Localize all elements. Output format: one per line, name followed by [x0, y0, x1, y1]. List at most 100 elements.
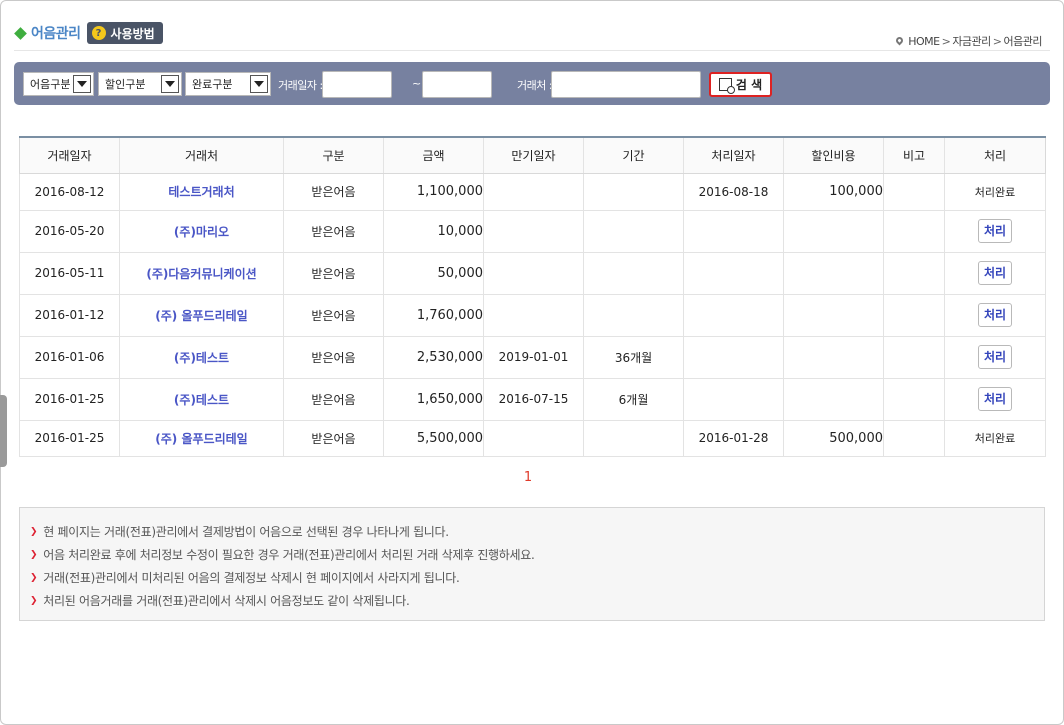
cell-partner-link[interactable]: (주)마리오: [119, 209, 284, 253]
column-header: 만기일자: [483, 136, 584, 174]
notice-item: ❯ 처리된 어음거래를 거래(전표)관리에서 삭제시 어음정보도 같이 삭제됩니다…: [30, 589, 1044, 612]
cell-due-date: [483, 172, 584, 211]
breadcrumb-separator-icon: >: [992, 34, 1002, 48]
table-row: 2016-05-20 (주)마리오 받은어음 10,000 처리: [19, 209, 1046, 253]
cell-due-date: [483, 419, 584, 457]
cell-partner-link[interactable]: (주)테스트: [119, 377, 284, 421]
cell-bill-type: 받은어음: [283, 335, 384, 379]
cell-amount: 1,100,000: [383, 172, 484, 211]
discount-type-select[interactable]: 할인구분: [98, 72, 182, 96]
trade-date-to-input[interactable]: [422, 71, 492, 98]
column-header: 거래일자: [19, 136, 120, 174]
question-icon: ?: [91, 26, 106, 40]
chevron-down-icon: [73, 75, 91, 93]
cell-processed-date: [683, 209, 784, 253]
cell-discount-cost: 500,000: [783, 419, 884, 457]
cell-due-date: [483, 293, 584, 337]
process-button[interactable]: 처리: [978, 303, 1012, 327]
notice-text: 현 페이지는 거래(전표)관리에서 결제방법이 어음으로 선택된 경우 나타나게…: [43, 525, 449, 539]
cell-partner-link[interactable]: (주)다음커뮤니케이션: [119, 251, 284, 295]
cell-processed-date: [683, 377, 784, 421]
search-icon: [718, 78, 735, 94]
process-button[interactable]: 처리: [978, 261, 1012, 285]
status-completed-label: 처리완료: [974, 432, 1016, 445]
cell-bill-type: 받은어음: [283, 419, 384, 457]
cell-action: 처리: [944, 377, 1046, 421]
search-button[interactable]: 검 색: [709, 72, 772, 97]
side-collapse-handle[interactable]: [0, 395, 7, 467]
chevron-right-icon: ❯: [30, 549, 38, 560]
cell-processed-date: [683, 293, 784, 337]
cell-period: 6개월: [583, 377, 684, 421]
cell-partner-link[interactable]: (주) 올푸드리테일: [119, 419, 284, 457]
cell-action: 처리완료: [944, 419, 1046, 457]
cell-due-date: [483, 209, 584, 253]
cell-trade-date: 2016-05-20: [19, 209, 120, 253]
cell-processed-date: 2016-08-18: [683, 172, 784, 211]
cell-period: [583, 172, 684, 211]
page-title: 어음관리: [31, 26, 81, 42]
cell-partner-link[interactable]: 테스트거래처: [119, 172, 284, 211]
breadcrumb-funds[interactable]: 자금관리: [952, 33, 991, 49]
cell-bill-type: 받은어음: [283, 251, 384, 295]
cell-discount-cost: 100,000: [783, 172, 884, 211]
cell-action: 처리: [944, 335, 1046, 379]
usage-guide-button[interactable]: ? 사용방법: [86, 22, 163, 44]
table-row: 2016-01-12 (주) 올푸드리테일 받은어음 1,760,000 처리: [19, 293, 1046, 337]
cell-discount-cost: [783, 293, 884, 337]
breadcrumb-separator-icon: >: [941, 34, 951, 48]
completion-type-select[interactable]: 완료구분: [185, 72, 271, 96]
diamond-bullet-icon: [14, 26, 27, 40]
cell-discount-cost: [783, 377, 884, 421]
cell-note: [883, 251, 945, 295]
cell-amount: 10,000: [383, 209, 484, 253]
column-header: 거래처: [119, 136, 284, 174]
process-button[interactable]: 처리: [978, 219, 1012, 243]
cell-partner-link[interactable]: (주)테스트: [119, 335, 284, 379]
notice-item: ❯ 거래(전표)관리에서 미처리된 어음의 결제정보 삭제시 현 페이지에서 사라…: [30, 566, 1044, 589]
table-row: 2016-08-12 테스트거래처 받은어음 1,100,000 2016-08-18 1…: [19, 172, 1046, 211]
cell-action: 처리: [944, 293, 1046, 337]
column-header: 비고: [883, 136, 945, 174]
location-pin-icon: [894, 35, 905, 45]
column-header: 처리일자: [683, 136, 784, 174]
chevron-right-icon: ❯: [30, 595, 38, 606]
cell-partner-link[interactable]: (주) 올푸드리테일: [119, 293, 284, 337]
cell-due-date: [483, 251, 584, 295]
page-number-current[interactable]: 1: [524, 470, 532, 485]
cell-note: [883, 209, 945, 253]
cell-processed-date: 2016-01-28: [683, 419, 784, 457]
search-bar: 어음구분 할인구분 완료구분 거래일자 : ~ 거래처 : 검 색: [14, 62, 1050, 105]
notice-text: 거래(전표)관리에서 미처리된 어음의 결제정보 삭제시 현 페이지에서 사라지…: [43, 571, 460, 585]
notice-item: ❯ 현 페이지는 거래(전표)관리에서 결제방법이 어음으로 선택된 경우 나타나…: [30, 520, 1044, 543]
column-header: 할인비용: [783, 136, 884, 174]
cell-trade-date: 2016-08-12: [19, 172, 120, 211]
cell-processed-date: [683, 251, 784, 295]
page-header: 어음관리 ? 사용방법: [14, 22, 163, 44]
cell-period: [583, 251, 684, 295]
notice-text: 처리된 어음거래를 거래(전표)관리에서 삭제시 어음정보도 같이 삭제됩니다.: [43, 594, 410, 608]
bill-table: 거래일자 거래처 구분 금액 만기일자 기간 처리일자 할인비용 비고 처리 2…: [19, 136, 1046, 457]
completion-type-select-value: 완료구분: [192, 78, 233, 91]
breadcrumb-home[interactable]: HOME: [908, 35, 940, 48]
breadcrumb-current: 어음관리: [1003, 35, 1043, 48]
chevron-down-icon: [250, 75, 268, 93]
table-header-row: 거래일자 거래처 구분 금액 만기일자 기간 처리일자 할인비용 비고 처리: [19, 136, 1046, 174]
cell-note: [883, 377, 945, 421]
cell-trade-date: 2016-01-12: [19, 293, 120, 337]
process-button[interactable]: 처리: [978, 345, 1012, 369]
cell-trade-date: 2016-05-11: [19, 251, 120, 295]
cell-trade-date: 2016-01-25: [19, 419, 120, 457]
cell-due-date: 2016-07-15: [483, 377, 584, 421]
cell-bill-type: 받은어음: [283, 172, 384, 211]
process-button[interactable]: 처리: [978, 387, 1012, 411]
trade-date-from-input[interactable]: [322, 71, 392, 98]
search-button-label: 검 색: [735, 78, 763, 92]
cell-note: [883, 172, 945, 211]
chevron-right-icon: ❯: [30, 572, 38, 583]
bill-type-select[interactable]: 어음구분: [23, 72, 94, 96]
partner-input[interactable]: [551, 71, 701, 98]
cell-amount: 1,760,000: [383, 293, 484, 337]
status-completed-label: 처리완료: [974, 185, 1016, 199]
pagination: 1: [0, 470, 1064, 485]
